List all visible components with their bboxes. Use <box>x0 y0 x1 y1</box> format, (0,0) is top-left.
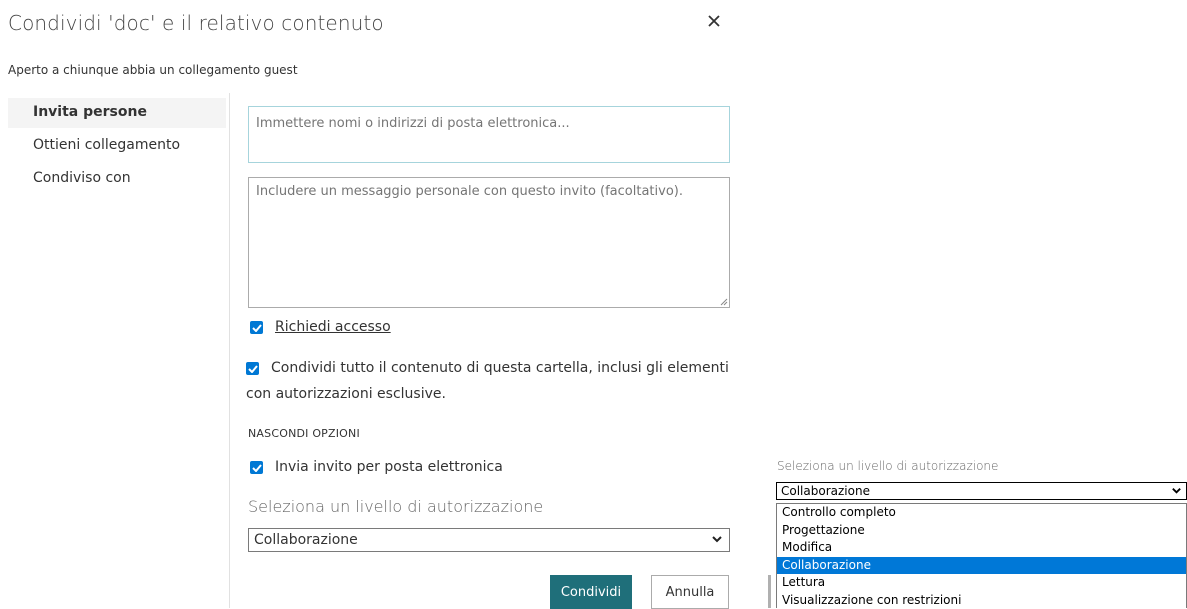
message-textarea[interactable] <box>248 177 730 308</box>
permission-level-label: Seleziona un livello di autorizzazione <box>248 497 544 516</box>
close-button[interactable] <box>707 6 721 34</box>
dropdown-option-read[interactable]: Lettura <box>777 574 1186 592</box>
permission-level-select[interactable]: Collaborazione <box>248 528 730 552</box>
share-all-label-line1: Condividi tutto il contenuto di questa c… <box>271 360 729 376</box>
dropdown-option-edit[interactable]: Modifica <box>777 539 1186 557</box>
dialog-title: Condividi 'doc' e il relativo contenuto <box>8 11 384 35</box>
nav-item-invite-people[interactable]: Invita persone <box>8 98 226 128</box>
chevron-down-icon <box>1172 488 1181 494</box>
resize-grip-icon[interactable] <box>720 298 728 306</box>
checkmark-icon <box>247 364 258 373</box>
send-invite-label: Invia invito per posta elettronica <box>275 459 503 475</box>
nav-item-label: Ottieni collegamento <box>33 137 181 153</box>
permission-dropdown-select[interactable]: Collaborazione <box>776 482 1187 500</box>
dropdown-option-design[interactable]: Progettazione <box>777 522 1186 540</box>
scrollbar-fragment <box>768 575 771 608</box>
hide-options-link[interactable]: NASCONDI OPZIONI <box>248 427 360 440</box>
request-access-label[interactable]: Richiedi accesso <box>275 319 391 335</box>
checkmark-icon <box>251 463 262 472</box>
nav-divider <box>229 93 230 608</box>
permission-dropdown-list: Controllo completo Progettazione Modific… <box>776 503 1187 608</box>
dropdown-option-restricted-view[interactable]: Visualizzazione con restrizioni <box>777 592 1186 609</box>
chevron-down-icon <box>712 536 722 543</box>
recipients-input[interactable] <box>248 106 730 163</box>
sharing-status: Aperto a chiunque abbia un collegamento … <box>8 63 298 77</box>
nav-item-label: Invita persone <box>33 104 147 120</box>
message-field-wrap <box>248 177 730 308</box>
share-all-checkbox[interactable] <box>246 362 259 375</box>
dropdown-option-full-control[interactable]: Controllo completo <box>777 504 1186 522</box>
nav-item-get-link[interactable]: Ottieni collegamento <box>8 131 226 161</box>
request-access-checkbox[interactable] <box>250 321 263 334</box>
share-button[interactable]: Condividi <box>550 575 632 609</box>
nav-item-shared-with[interactable]: Condiviso con <box>8 164 226 194</box>
share-all-label-line2: con autorizzazioni esclusive. <box>246 386 446 402</box>
cancel-button[interactable]: Annulla <box>651 575 729 609</box>
send-invite-checkbox[interactable] <box>250 461 263 474</box>
close-icon <box>708 15 720 27</box>
dropdown-option-contribute[interactable]: Collaborazione <box>777 556 1186 574</box>
permission-dropdown-value: Collaborazione <box>781 484 870 498</box>
permission-level-value: Collaborazione <box>254 532 358 548</box>
nav-item-label: Condiviso con <box>33 170 131 186</box>
dropdown-preview-label: Seleziona un livello di autorizzazione <box>777 459 999 473</box>
checkmark-icon <box>251 323 262 332</box>
